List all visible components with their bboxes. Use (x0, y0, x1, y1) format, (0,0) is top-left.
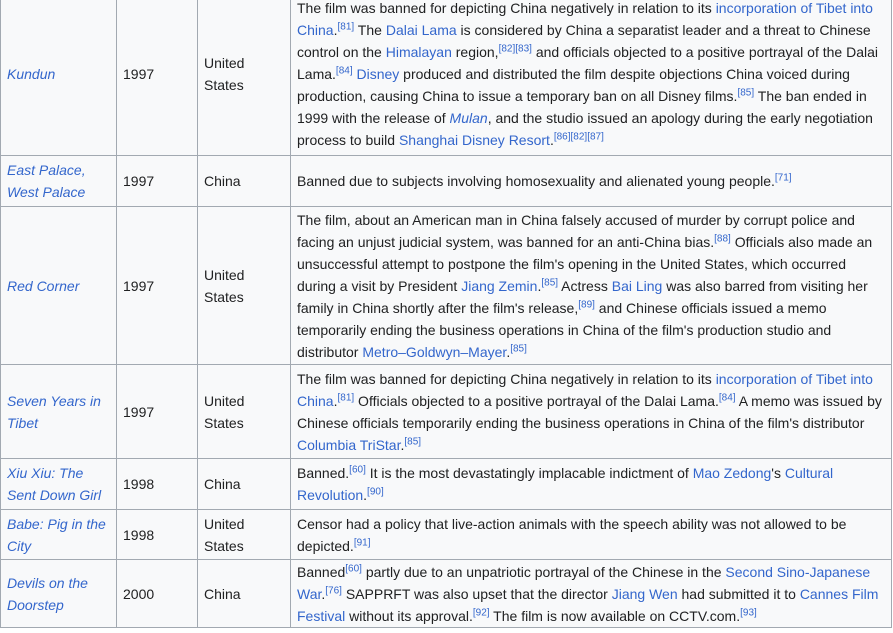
wiki-link[interactable]: Bai Ling (612, 278, 663, 294)
reference-link[interactable]: [60] (345, 563, 362, 574)
notes-cell: The film, about an American man in China… (290, 206, 892, 365)
reference-link[interactable]: [89] (578, 299, 595, 310)
reference-link[interactable]: [71] (775, 172, 792, 183)
film-title-cell: Red Corner (0, 206, 117, 365)
year-cell: 1997 (116, 0, 198, 156)
reference-link[interactable]: [93] (740, 607, 757, 618)
wiki-link[interactable]: Himalayan (386, 44, 452, 60)
reference-link[interactable]: [85] (404, 436, 421, 447)
country-cell: United States (197, 509, 291, 560)
notes-text: without its approval. (345, 607, 473, 624)
notes-cell: Censor had a policy that live-action ani… (290, 509, 892, 560)
reference-link[interactable]: [85] (737, 87, 754, 98)
wiki-link[interactable]: Jiang Wen (612, 586, 678, 602)
notes-text: The (354, 22, 386, 38)
table-body: Kundun 1997 United States The film was bann… (0, 0, 892, 628)
film-title-cell: Devils on the Doorstep (0, 559, 117, 628)
notes-cell: Banned.[60] It is the most devastatingly… (290, 458, 892, 510)
reference-link[interactable]: [86][82][87] (554, 131, 604, 142)
year-cell: 1998 (116, 458, 198, 510)
wiki-link[interactable]: Metro–Goldwyn–Mayer (362, 344, 506, 360)
film-title-link[interactable]: Babe: Pig in the City (7, 516, 106, 554)
notes-text: Banned (297, 563, 346, 580)
film-title-link[interactable]: Devils on the Doorstep (7, 575, 88, 613)
reference-link[interactable]: [85] (541, 277, 558, 288)
reference-link[interactable]: [91] (354, 537, 371, 548)
notes-cell: The film was banned for depicting China … (290, 0, 892, 156)
notes-cell: Banned due to subjects involving homosex… (290, 155, 892, 207)
wiki-link[interactable]: Mulan (450, 110, 488, 126)
notes-text: 's (771, 465, 785, 481)
country-cell: China (197, 559, 291, 628)
year-cell: 1997 (116, 206, 198, 365)
film-title-link[interactable]: Red Corner (7, 278, 79, 294)
notes-text: The film was banned for depicting China … (297, 0, 716, 16)
country-cell: China (197, 155, 291, 207)
reference-link[interactable]: [76] (325, 585, 342, 596)
notes-text: Banned due to subjects involving homosex… (297, 173, 775, 189)
film-title-link[interactable]: Xiu Xiu: The Sent Down Girl (7, 465, 101, 503)
film-title-cell: Seven Years in Tibet (0, 364, 117, 459)
reference-link[interactable]: [85] (510, 343, 527, 354)
reference-link[interactable]: [84] (719, 392, 736, 403)
reference-link[interactable]: [84] (336, 65, 353, 76)
reference-link[interactable]: [92] (473, 607, 490, 618)
notes-text: Censor had a policy that live-action ani… (297, 515, 847, 554)
reference-link[interactable]: [88] (714, 233, 731, 244)
notes-text: Officials objected to a positive portray… (354, 392, 719, 409)
year-cell: 2000 (116, 559, 198, 628)
table-row: Seven Years in Tibet 1997 United States The… (0, 364, 892, 459)
reference-link[interactable]: [81] (337, 21, 354, 32)
notes-text: Banned. (297, 465, 350, 481)
year-cell: 1998 (116, 509, 198, 560)
country-cell: United States (197, 364, 291, 459)
table-row: Xiu Xiu: The Sent Down Girl 1998 China Bann… (0, 458, 892, 510)
film-title-link[interactable]: Seven Years in Tibet (7, 393, 101, 431)
wiki-link[interactable]: Jiang Zemin (461, 278, 537, 294)
film-title-cell: Babe: Pig in the City (0, 509, 117, 560)
wiki-link[interactable]: Disney (357, 66, 400, 82)
reference-link[interactable]: [81] (337, 392, 354, 403)
reference-link[interactable]: [60] (349, 464, 366, 475)
notes-cell: The film was banned for depicting China … (290, 364, 892, 459)
notes-text: Actress (558, 277, 612, 294)
notes-text: The film was banned for depicting China … (297, 370, 716, 387)
film-title-link[interactable]: Kundun (7, 66, 55, 82)
wiki-link[interactable]: Shanghai Disney Resort (399, 132, 550, 148)
film-title-cell: Kundun (0, 0, 117, 156)
year-cell: 1997 (116, 155, 198, 207)
country-cell: United States (197, 0, 291, 156)
country-cell: China (197, 458, 291, 510)
banned-films-table: Kundun 1997 United States The film was bann… (0, 0, 892, 628)
reference-link[interactable]: [82][83] (499, 43, 532, 54)
film-title-link[interactable]: East Palace, West Palace (7, 162, 86, 200)
table-row: Red Corner 1997 United States The film, abo… (0, 206, 892, 365)
notes-text: had submitted it to (677, 585, 800, 602)
wiki-link[interactable]: Dalai Lama (386, 22, 457, 38)
notes-cell: Banned[60] partly due to an unpatriotic … (290, 559, 892, 628)
table-row: Babe: Pig in the City 1998 United States Ce… (0, 509, 892, 560)
notes-text: SAPPRFT was also upset that the director (341, 585, 612, 602)
notes-text: It is the most devastatingly implacable … (365, 465, 693, 481)
film-title-cell: East Palace, West Palace (0, 155, 117, 207)
table-row: Kundun 1997 United States The film was bann… (0, 0, 892, 156)
wiki-link[interactable]: Mao Zedong (693, 465, 772, 481)
table-row: East Palace, West Palace 1997 China Banned … (0, 155, 892, 207)
wiki-link[interactable]: Columbia TriStar (297, 437, 400, 453)
reference-link[interactable]: [90] (367, 486, 384, 497)
country-cell: United States (197, 206, 291, 365)
notes-text: The film is now available on CCTV.com. (489, 607, 741, 624)
year-cell: 1997 (116, 364, 198, 459)
notes-text: partly due to an unpatriotic portrayal o… (361, 563, 726, 580)
table-row: Devils on the Doorstep 2000 China Banned[60… (0, 559, 892, 628)
film-title-cell: Xiu Xiu: The Sent Down Girl (0, 458, 117, 510)
notes-text: region, (451, 44, 499, 60)
